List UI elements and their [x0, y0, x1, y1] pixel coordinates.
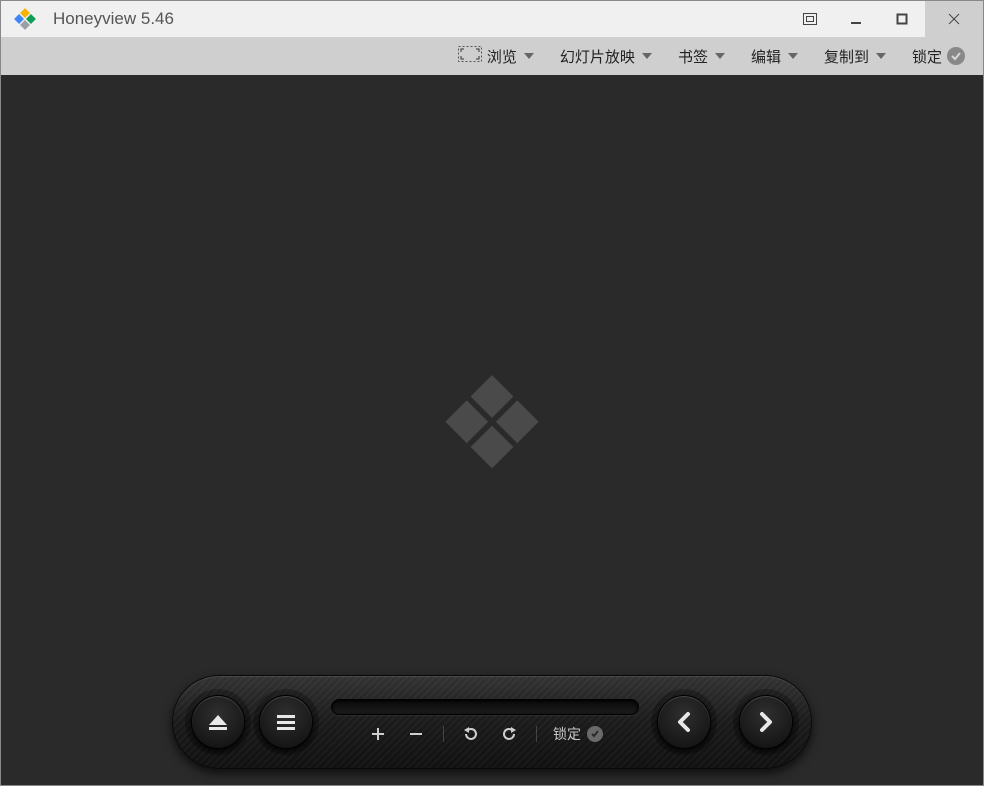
menu-label: 书签 — [678, 46, 708, 67]
chevron-down-icon — [715, 53, 725, 59]
control-bar: 锁定 — [172, 675, 812, 769]
toolbar: 浏览 幻灯片放映 书签 编辑 复制到 锁定 — [1, 37, 983, 75]
app-title: Honeyview 5.46 — [53, 9, 174, 29]
zoom-out-button[interactable] — [405, 723, 427, 745]
menu-edit[interactable]: 编辑 — [751, 46, 798, 67]
maximize-button[interactable] — [879, 1, 925, 37]
menu-lock[interactable]: 锁定 — [912, 46, 965, 67]
lock-toggle[interactable]: 锁定 — [553, 724, 603, 744]
plus-icon — [370, 726, 386, 742]
separator — [443, 726, 444, 742]
control-bar-center: 锁定 — [331, 699, 639, 745]
rotate-left-button[interactable] — [460, 723, 482, 745]
hamburger-icon — [274, 710, 298, 734]
chevron-down-icon — [524, 53, 534, 59]
image-canvas[interactable]: 锁定 — [1, 75, 983, 785]
chevron-down-icon — [876, 53, 886, 59]
fullscreen-button[interactable] — [787, 1, 833, 37]
titlebar: Honeyview 5.46 — [1, 1, 983, 37]
menu-label: 锁定 — [912, 46, 942, 67]
separator — [536, 726, 537, 742]
menu-browse[interactable]: 浏览 — [458, 46, 534, 67]
menu-label: 幻灯片放映 — [560, 46, 635, 67]
check-circle-icon — [587, 726, 603, 742]
menu-label: 复制到 — [824, 46, 869, 67]
chevron-down-icon — [642, 53, 652, 59]
menu-copyto[interactable]: 复制到 — [824, 46, 886, 67]
minus-icon — [408, 726, 424, 742]
check-circle-icon — [947, 47, 965, 65]
chevron-right-icon — [755, 711, 777, 733]
menu-bookmark[interactable]: 书签 — [678, 46, 725, 67]
menu-label: 浏览 — [487, 46, 517, 67]
menu-slideshow[interactable]: 幻灯片放映 — [560, 46, 652, 67]
rotate-right-button[interactable] — [498, 723, 520, 745]
window-controls — [787, 1, 983, 37]
placeholder-logo-icon — [437, 367, 547, 482]
prev-button[interactable] — [657, 695, 711, 749]
fit-window-icon — [458, 46, 482, 66]
close-button[interactable] — [925, 1, 983, 37]
minimize-button[interactable] — [833, 1, 879, 37]
nav-buttons — [657, 695, 793, 749]
chevron-down-icon — [788, 53, 798, 59]
menu-label: 编辑 — [751, 46, 781, 67]
menu-button[interactable] — [259, 695, 313, 749]
open-file-button[interactable] — [191, 695, 245, 749]
app-logo-icon — [11, 5, 39, 33]
progress-track[interactable] — [331, 699, 639, 715]
chevron-left-icon — [673, 711, 695, 733]
undo-icon — [462, 725, 480, 743]
mini-controls: 锁定 — [331, 723, 639, 745]
lock-label: 锁定 — [553, 724, 581, 744]
next-button[interactable] — [739, 695, 793, 749]
eject-icon — [206, 710, 230, 734]
redo-icon — [500, 725, 518, 743]
zoom-in-button[interactable] — [367, 723, 389, 745]
